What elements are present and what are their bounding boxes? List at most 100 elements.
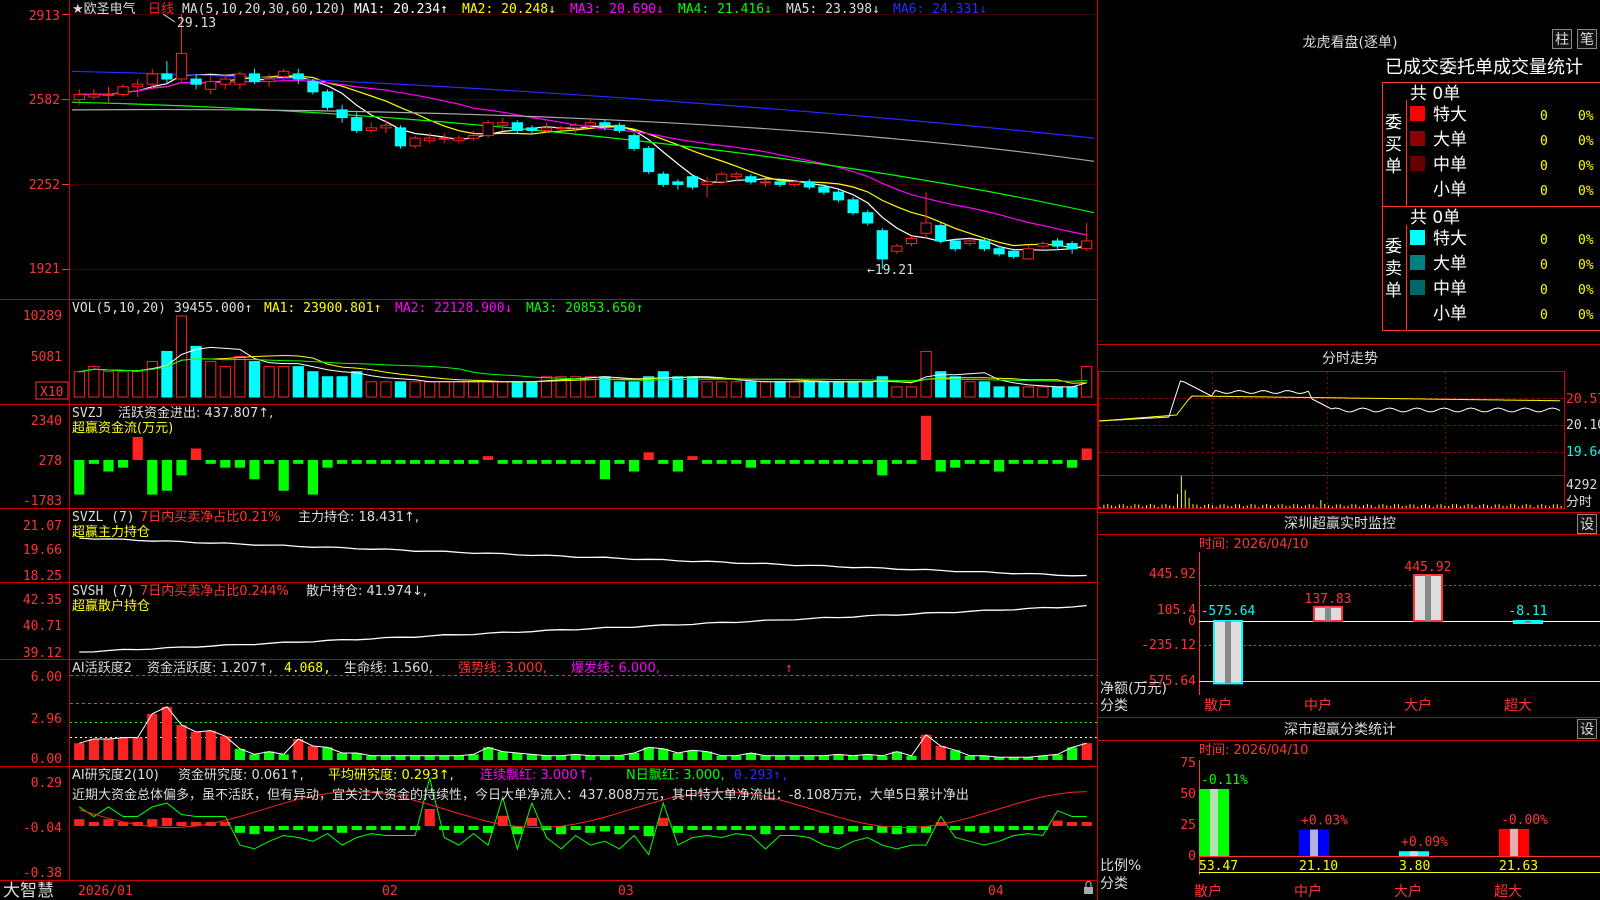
vol-y-axis: 10289 5081 — [23, 309, 62, 365]
candlesticks[interactable] — [73, 14, 1093, 269]
ai-research-bar — [614, 826, 625, 835]
ai-research-panel[interactable]: AI研究度2(10) 资金研究度: 0.061↑, 平均研究度: 0.293↑,… — [23, 767, 1092, 881]
volume-bar — [993, 386, 1005, 398]
candle-body — [190, 78, 202, 85]
svzj-label: SVZJ — [72, 406, 103, 421]
sz-monitor-panel[interactable]: 深圳超赢实时监控 时间: 2026/04/10 445.92 105.4 0 -… — [1098, 512, 1600, 715]
candle-body — [847, 199, 859, 214]
ai-active-bar — [614, 755, 625, 760]
ai-active-y-tick: 2.96 — [31, 712, 62, 727]
lhb-side-char: 委 — [1385, 113, 1402, 133]
ma1-value: MA1: 20.234↑ — [354, 2, 448, 17]
bar-mode-button[interactable]: 柱 — [1552, 29, 1572, 49]
ai-active-bar — [307, 746, 319, 760]
svzj-bar — [205, 460, 216, 464]
chart-canvas[interactable]: 2913 2582 2252 1921 29.13 ←19.21 ★欧圣电气 日… — [0, 0, 1600, 900]
volume-bar — [161, 350, 173, 398]
ai-research-bar — [453, 826, 465, 833]
ai-active-bar — [585, 755, 596, 760]
ai-research-y-tick: -0.38 — [23, 866, 62, 881]
candle-body — [832, 191, 845, 201]
ai-research-bar — [161, 817, 173, 826]
ai-research-bar — [628, 826, 640, 830]
ai-active-bar — [906, 755, 917, 760]
ai-research-bar — [103, 819, 114, 826]
lhb-row-label: 大单 — [1433, 254, 1467, 274]
svzj-bar — [395, 460, 406, 464]
svsh-label: SVSH (7) — [72, 584, 135, 599]
sz-class-settings-button[interactable]: 设 — [1577, 719, 1597, 739]
lhb-row-pct: 0% — [1578, 283, 1594, 298]
svzj-bar — [935, 460, 946, 472]
svzl-panel[interactable]: SVZL (7) 7日内买卖净占比0.21% 主力持仓: 18.431↑, 超赢… — [23, 509, 1087, 584]
price-y-tick: 2913 — [29, 9, 60, 24]
lhb-panel[interactable]: 龙虎看盘(逐单) 已成交委托单成交量统计 共 0单 共 0单 委买单 委卖单 特… — [1098, 34, 1600, 345]
candle-body — [599, 122, 611, 126]
volume-bar — [205, 361, 217, 398]
ai-active-bar — [555, 755, 567, 760]
candle-body — [73, 93, 85, 101]
svzj-bar — [993, 460, 1005, 472]
candle-body — [526, 127, 538, 131]
vol-ma3: MA3: 20853.650↑ — [526, 301, 643, 316]
candle-body — [920, 222, 932, 234]
price-y-ticks — [62, 14, 69, 270]
intraday-volume-bars — [1099, 476, 1562, 508]
ai-research-bar — [263, 826, 275, 832]
ai-research-y-tick: -0.04 — [23, 821, 62, 836]
lhb-row-pct: 0% — [1578, 233, 1594, 248]
intraday-title: 分时走势 — [1322, 351, 1378, 367]
volume-bar — [102, 371, 115, 398]
volume-panel[interactable]: VOL(5,10,20) 39455.000↑ MA1: 23900.801↑ … — [23, 301, 1093, 400]
price-panel[interactable]: 2913 2582 2252 1921 29.13 ←19.21 ★欧圣电气 日… — [29, 1, 1097, 278]
lhb-row-pct: 0% — [1578, 134, 1594, 149]
ai-active-bar — [774, 755, 786, 760]
candle-body — [657, 173, 669, 185]
svzj-panel[interactable]: SVZJ 活跃资金进出: 437.807↑, 超赢资金流(万元) 2340 27… — [23, 405, 1092, 509]
sz-monitor-bars: -575.64 散户 137.83 中户 445.92 大户 -8.11 超大 — [1201, 560, 1548, 714]
volume-bar — [394, 381, 407, 398]
sz-monitor-y-label: 净额(万元) — [1100, 681, 1167, 697]
sz-monitor-value-label: 445.92 — [1405, 560, 1452, 575]
sz-monitor-value-label: 137.83 — [1305, 592, 1352, 607]
sz-class-y-tick: 0 — [1188, 849, 1196, 864]
volume-bar — [234, 356, 246, 398]
ai-active-panel[interactable]: AI活跃度2 资金活跃度: 1.207↑, 4.068, 生命线: 1.560,… — [31, 660, 1097, 767]
svzl-y-axis: 21.07 19.66 18.25 — [23, 519, 62, 584]
sz-class-bar-shade — [1410, 851, 1418, 856]
ma4-value: MA4: 21.416↓ — [678, 2, 772, 17]
sz-class-value-label: 21.10 — [1299, 859, 1338, 874]
svzj-bar — [804, 460, 815, 464]
svzl-line — [79, 537, 1087, 577]
svzj-bar — [220, 460, 231, 468]
candle-body — [759, 181, 772, 184]
svzj-bar — [643, 452, 654, 460]
svzl-header: SVZL (7) 7日内买卖净占比0.21% 主力持仓: 18.431↑, 超赢… — [72, 509, 419, 540]
candle-body — [1081, 240, 1093, 250]
sz-class-panel[interactable]: 深市超赢分类统计 时间: 2026/04/10 75 50 25 0 -0.11… — [1098, 717, 1600, 900]
svsh-y-tick: 40.71 — [23, 619, 62, 634]
lhb-row-label: 小单 — [1433, 304, 1467, 324]
intraday-panel[interactable]: 分时走势 20.57 20.10 19.64 4292 分时 — [1098, 351, 1600, 510]
vol-unit: X10 — [40, 385, 63, 400]
ai-active-bar — [366, 755, 377, 760]
svzj-bar — [658, 460, 669, 464]
ai-research-bar — [366, 826, 377, 830]
volume-bar — [175, 315, 188, 398]
sz-monitor-settings-button[interactable]: 设 — [1577, 514, 1597, 534]
svsh-panel[interactable]: SVSH (7) 7日内买卖净占比0.244% 散户持仓: 41.974↓, 超… — [23, 583, 1087, 661]
ai-research-bar — [293, 826, 304, 831]
price-y-tick: 1921 — [29, 262, 60, 277]
svzj-bar — [891, 460, 903, 464]
candle-body — [336, 109, 348, 119]
volume-bar — [263, 366, 275, 398]
candle-body — [862, 212, 874, 224]
ai-research-bar — [862, 826, 873, 831]
volume-bar — [1008, 386, 1020, 398]
tick-mode-button[interactable]: 笔 — [1577, 29, 1597, 49]
candle-body — [540, 127, 553, 131]
svzj-bar — [906, 460, 917, 464]
ai-active-header: AI活跃度2 资金活跃度: 1.207↑, 4.068, 生命线: 1.560,… — [72, 660, 793, 676]
sz-class-category: 散户 — [1194, 883, 1222, 900]
ai-research-bar — [716, 826, 727, 831]
